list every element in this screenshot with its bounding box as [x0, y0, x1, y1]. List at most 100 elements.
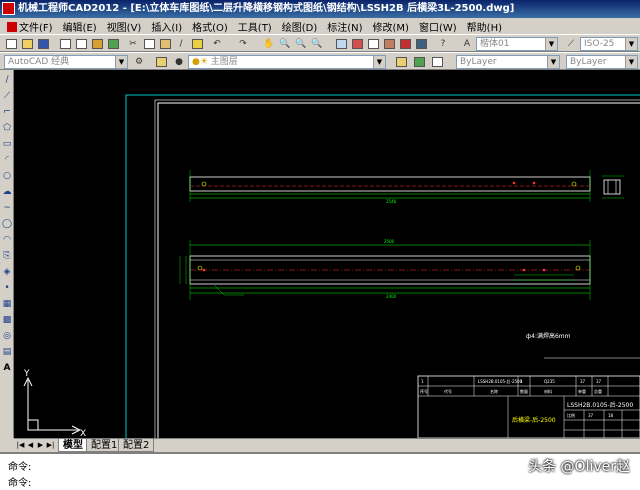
layout-border [125, 94, 640, 438]
front-view: 2500 2400 [179, 239, 591, 300]
properties-icon[interactable] [334, 37, 348, 50]
title-block: 1 LSSH2B.0105-后-2500 1 Q235 37 37 序号 代号 … [417, 375, 640, 438]
redo-icon[interactable]: ↷ [236, 37, 250, 50]
make-current-layer-icon[interactable] [394, 55, 408, 68]
region-icon[interactable]: ◎ [1, 330, 13, 342]
revision-cloud-icon[interactable]: ☁ [1, 186, 13, 198]
tab-last-icon[interactable]: ▶| [46, 440, 55, 451]
layer-previous-icon[interactable] [412, 55, 426, 68]
tab-layout2[interactable]: 配置2 [118, 439, 155, 452]
open-file-icon[interactable] [20, 37, 34, 50]
tab-model[interactable]: 模型 [58, 439, 88, 452]
tab-next-icon[interactable]: ▶ [36, 440, 45, 451]
block-editor-icon[interactable] [190, 37, 204, 50]
multiline-text-icon[interactable]: A [1, 362, 13, 374]
make-block-icon[interactable]: ◈ [1, 266, 13, 278]
plot-icon[interactable] [106, 37, 120, 50]
zoom-realtime-icon[interactable]: 🔍 [278, 37, 292, 50]
gradient-icon[interactable]: ▩ [1, 314, 13, 326]
sheet-set-icon[interactable] [382, 37, 396, 50]
ucs-icon: Y X [23, 369, 86, 438]
command-line-1: 命令: [8, 462, 32, 473]
calculator-icon[interactable] [414, 37, 428, 50]
print-icon[interactable] [58, 37, 72, 50]
tab-layout1[interactable]: 配置1 [86, 439, 123, 452]
copy-icon[interactable] [142, 37, 156, 50]
menu-draw[interactable]: 绘图(D) [277, 19, 323, 34]
section-view [602, 175, 624, 199]
new-file-icon[interactable] [4, 37, 18, 50]
window-title: 机械工程师CAD2012 - [E:\立体车库图纸\二层升降横移钢构式图纸\钢结… [18, 3, 515, 14]
match-properties-icon[interactable]: / [174, 37, 188, 50]
ellipse-icon[interactable]: ◯ [1, 218, 13, 230]
table-icon[interactable]: ▤ [1, 346, 13, 358]
command-line-2[interactable]: 命令: [8, 474, 31, 489]
rectangle-icon[interactable]: ▭ [1, 138, 13, 150]
publish-icon[interactable] [90, 37, 104, 50]
hatch-icon[interactable]: ▦ [1, 298, 13, 310]
ellipse-arc-icon[interactable]: ◠ [1, 234, 13, 246]
dim-style-icon[interactable]: ⟋ [564, 37, 578, 50]
menu-tools[interactable]: 工具(T) [233, 19, 277, 34]
menu-format[interactable]: 格式(O) [187, 19, 233, 34]
layer-on-icon[interactable]: ● [172, 55, 186, 68]
design-center-icon[interactable] [350, 37, 364, 50]
drawing-frame [157, 102, 640, 438]
construction-line-icon[interactable]: ⟋ [1, 90, 13, 102]
menu-file[interactable]: 文件(F) [2, 19, 58, 34]
top-view: 2546 [189, 170, 591, 204]
paste-icon[interactable] [158, 37, 172, 50]
workspace-select[interactable]: AutoCAD 经典 ▼ [4, 55, 128, 69]
workspace-settings-icon[interactable]: ⚙ [132, 55, 146, 68]
layout-tabs-bar: |◀ ◀ ▶ ▶| 模型 配置1 配置2 [14, 438, 640, 452]
menu-modify[interactable]: 修改(M) [368, 19, 414, 34]
layer-select[interactable]: ●☀ 主图层 ▼ [188, 55, 386, 69]
tb-col-2: 代号 [444, 388, 452, 394]
menu-view[interactable]: 视图(V) [102, 19, 147, 34]
tab-prev-icon[interactable]: ◀ [26, 440, 35, 451]
tb-weight: 37 [588, 413, 594, 418]
dim-style-select[interactable]: ISO-25 ▼ [580, 37, 638, 51]
circle-icon[interactable]: ○ [1, 170, 13, 182]
cut-icon[interactable]: ✂ [126, 37, 140, 50]
point-icon[interactable]: • [1, 282, 13, 294]
save-icon[interactable] [36, 37, 50, 50]
print-preview-icon[interactable] [74, 37, 88, 50]
layer-manager-icon[interactable] [154, 55, 168, 68]
title-bar: 机械工程师CAD2012 - [E:\立体车库图纸\二层升降横移钢构式图纸\钢结… [0, 0, 640, 18]
linetype-select[interactable]: ByLayer ▼ [566, 55, 638, 69]
markup-icon[interactable] [398, 37, 412, 50]
undo-icon[interactable]: ↶ [210, 37, 224, 50]
pan-icon[interactable]: ✋ [262, 37, 276, 50]
drawing-canvas[interactable]: 2546 2500 2400 ф4:满焊高6mm 1 LSSH2B.0105-后… [14, 70, 640, 438]
menu-edit[interactable]: 编辑(E) [58, 19, 102, 34]
standard-toolbar: ✂ / ↶ ↷ ✋ 🔍 🔍 🔍 ? A 楷体01 ▼ ⟋ ISO-25 ▼ [0, 34, 640, 52]
color-select[interactable]: ByLayer ▼ [456, 55, 560, 69]
watermark: 头条 @Oliver赵 [528, 459, 630, 475]
menu-help[interactable]: 帮助(H) [462, 19, 507, 34]
zoom-window-icon[interactable]: 🔍 [294, 37, 308, 50]
layer-states-icon[interactable] [430, 55, 444, 68]
tb-cell-b: 37 [580, 379, 586, 384]
tool-palettes-icon[interactable] [366, 37, 380, 50]
tb-col-6: 单重 [578, 388, 586, 394]
line-icon[interactable]: / [1, 74, 13, 86]
app-icon [2, 2, 15, 15]
tb-col-4: 数量 [520, 388, 528, 394]
insert-block-icon[interactable]: ⎘ [1, 250, 13, 262]
tb-scale-label: 比例 [567, 412, 575, 418]
zoom-previous-icon[interactable]: 🔍 [310, 37, 324, 50]
polygon-icon[interactable]: ⬠ [1, 122, 13, 134]
text-style-select[interactable]: 楷体01 ▼ [476, 37, 558, 51]
tab-first-icon[interactable]: |◀ [16, 440, 25, 451]
menu-dimension[interactable]: 标注(N) [322, 19, 367, 34]
text-style-icon[interactable]: A [460, 37, 474, 50]
help-icon[interactable]: ? [436, 37, 450, 50]
arc-icon[interactable]: ◜ [1, 154, 13, 166]
spline-icon[interactable]: ~ [1, 202, 13, 214]
tb-weight-2: 18 [608, 413, 614, 418]
polyline-icon[interactable]: ⌐ [1, 106, 13, 118]
menu-insert[interactable]: 插入(I) [146, 19, 187, 34]
menu-window[interactable]: 窗口(W) [414, 19, 462, 34]
drawing-svg: 2546 2500 2400 ф4:满焊高6mm 1 LSSH2B.0105-后… [23, 94, 640, 438]
